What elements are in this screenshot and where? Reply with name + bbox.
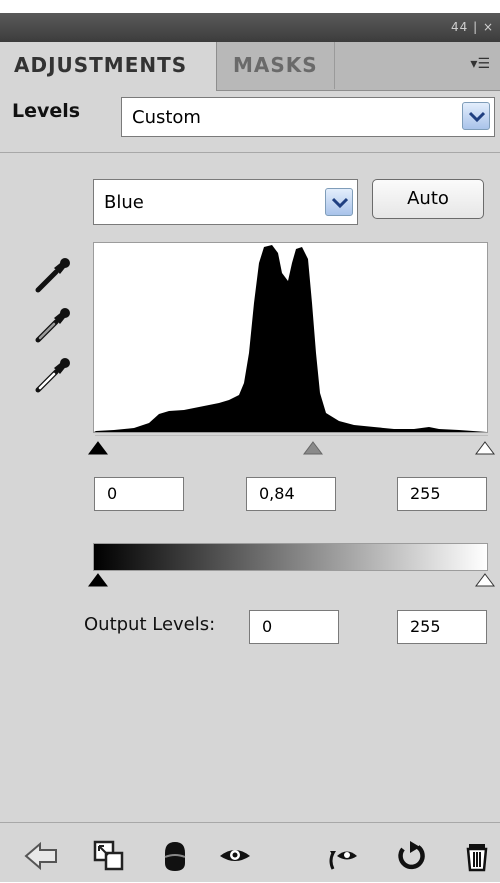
- input-gamma-field[interactable]: 0,84: [246, 477, 336, 511]
- divider: [0, 152, 500, 153]
- output-gradient-bar: [93, 543, 488, 571]
- tab-bar: ADJUSTMENTS MASKS ▾☰: [0, 42, 500, 91]
- output-white-field[interactable]: 255: [397, 610, 487, 644]
- black-point-eyedropper-icon[interactable]: [34, 254, 74, 294]
- histogram-fill: [94, 245, 487, 432]
- tab-masks[interactable]: MASKS: [217, 42, 335, 89]
- chevron-down-icon[interactable]: [462, 102, 490, 130]
- black-output-slider-handle[interactable]: [88, 573, 108, 587]
- output-levels-label: Output Levels:: [84, 614, 216, 635]
- adjustments-panel: 44 | × ADJUSTMENTS MASKS ▾☰ Levels Custo…: [0, 0, 500, 882]
- view-previous-state-icon[interactable]: [327, 839, 361, 873]
- eye-icon[interactable]: [218, 839, 252, 873]
- channel-select[interactable]: Blue: [93, 179, 358, 225]
- white-output-slider-handle[interactable]: [475, 573, 495, 587]
- white-input-slider-handle[interactable]: [475, 441, 495, 455]
- white-point-eyedropper-icon[interactable]: [34, 354, 74, 394]
- clip-to-layer-icon[interactable]: [92, 839, 126, 873]
- trash-icon[interactable]: [460, 839, 494, 873]
- preset-value: Custom: [132, 107, 201, 128]
- input-white-field[interactable]: 255: [397, 477, 487, 511]
- top-strip: [0, 0, 500, 13]
- panel-menu-icon[interactable]: ▾☰: [470, 56, 490, 72]
- mask-visibility-icon[interactable]: [158, 839, 192, 873]
- reset-icon[interactable]: [394, 839, 428, 873]
- histogram: [93, 242, 488, 433]
- black-input-slider-handle[interactable]: [88, 441, 108, 455]
- input-slider-rail: [95, 435, 488, 436]
- channel-value: Blue: [104, 192, 144, 213]
- panel-title-bar: 44 | ×: [0, 13, 500, 42]
- gamma-input-slider-handle[interactable]: [303, 441, 323, 455]
- panel-collapse-close-controls[interactable]: 44 | ×: [451, 20, 494, 34]
- gray-point-eyedropper-icon[interactable]: [34, 304, 74, 344]
- output-black-field[interactable]: 0: [249, 610, 339, 644]
- back-arrow-icon[interactable]: [24, 839, 58, 873]
- bottom-toolbar: [0, 822, 500, 883]
- input-black-field[interactable]: 0: [94, 477, 184, 511]
- levels-title: Levels: [12, 100, 81, 122]
- tab-adjustments[interactable]: ADJUSTMENTS: [0, 42, 217, 91]
- preset-select[interactable]: Custom: [121, 97, 495, 137]
- chevron-down-icon[interactable]: [325, 188, 353, 216]
- auto-button[interactable]: Auto: [372, 179, 484, 219]
